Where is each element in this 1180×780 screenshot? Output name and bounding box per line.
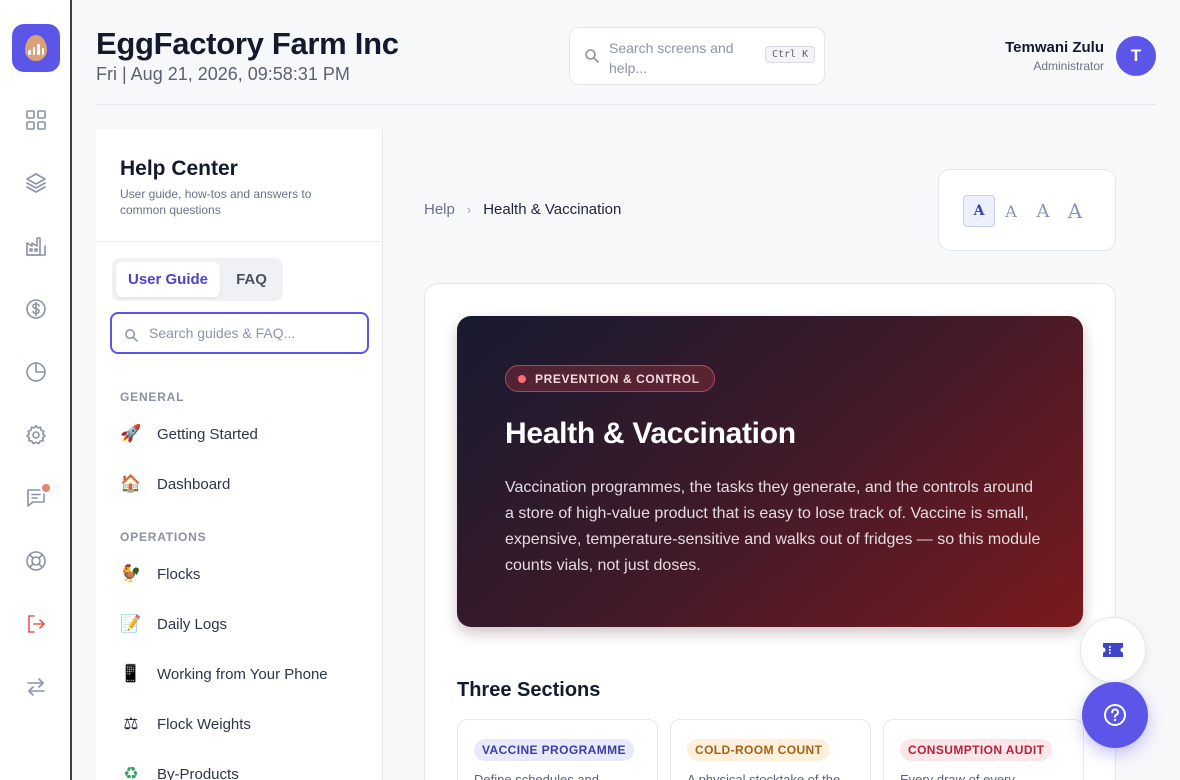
sidebar-item-getting-started[interactable]: 🚀 Getting Started: [120, 419, 258, 449]
section-description: Every draw of every: [900, 772, 1015, 780]
section-card-consumption-audit[interactable]: CONSUMPTION AUDIT Every draw of every: [883, 719, 1084, 780]
pie-chart-icon[interactable]: [18, 354, 54, 390]
header-divider: [96, 104, 1156, 105]
font-size-xlarge[interactable]: A: [1061, 195, 1089, 227]
sidebar-item-flocks[interactable]: 🐓 Flocks: [120, 559, 200, 589]
sidebar-item-label: Working from Your Phone: [157, 665, 328, 683]
category-badge: PREVENTION & CONTROL: [505, 365, 715, 392]
sidebar-item-dashboard[interactable]: 🏠 Dashboard: [120, 469, 230, 499]
phone-icon: 📱: [120, 664, 142, 683]
sections-heading: Three Sections: [457, 679, 601, 701]
sidebar-item-label: By-Products: [157, 765, 239, 780]
global-search[interactable]: Search screens and help... Ctrl K: [569, 27, 825, 85]
company-title: EggFactory Farm Inc: [96, 26, 399, 61]
chat-icon[interactable]: [18, 480, 54, 516]
notification-dot: [40, 482, 52, 494]
sidebar-item-flock-weights[interactable]: ⚖ Flock Weights: [120, 709, 251, 739]
question-icon: [1104, 704, 1126, 726]
sidebar-item-by-products[interactable]: ♻ By-Products: [120, 759, 239, 780]
help-sidebar: Help Center User guide, how-tos and answ…: [96, 129, 383, 780]
user-name: Temwani Zulu: [1005, 39, 1104, 56]
help-divider: [96, 241, 382, 242]
swap-icon[interactable]: [18, 669, 54, 705]
sidebar-item-label: Flocks: [157, 565, 201, 583]
logout-icon[interactable]: [18, 606, 54, 642]
lifebuoy-icon[interactable]: [18, 543, 54, 579]
font-size-medium[interactable]: A: [997, 195, 1025, 227]
recycle-icon: ♻: [123, 764, 139, 780]
tab-user-guide[interactable]: User Guide: [116, 262, 220, 297]
dollar-icon[interactable]: [18, 291, 54, 327]
font-size-large[interactable]: A: [1029, 195, 1057, 227]
factory-icon[interactable]: [18, 228, 54, 264]
font-size-selector: A A A A: [938, 169, 1116, 251]
article-title: Health & Vaccination: [505, 417, 796, 450]
egg-chart-icon: [25, 35, 47, 61]
search-placeholder: Search screens and help...: [609, 40, 734, 76]
search-icon: [125, 329, 138, 342]
icon-rail: [0, 0, 72, 780]
tab-faq[interactable]: FAQ: [224, 262, 279, 297]
help-center-title: Help Center: [120, 157, 238, 180]
rocket-icon: 🚀: [120, 424, 142, 443]
help-center-subtitle: User guide, how-tos and answers to commo…: [120, 187, 312, 217]
section-pill: VACCINE PROGRAMME: [474, 739, 634, 761]
gear-icon[interactable]: [18, 417, 54, 453]
memo-icon: 📝: [120, 614, 142, 633]
sidebar-item-daily-logs[interactable]: 📝 Daily Logs: [120, 609, 227, 639]
layers-icon[interactable]: [18, 165, 54, 201]
article-hero: PREVENTION & CONTROL Health & Vaccinatio…: [457, 316, 1083, 627]
app-logo[interactable]: [12, 24, 60, 72]
section-card-vaccine-programme[interactable]: VACCINE PROGRAMME Define schedules and: [457, 719, 658, 780]
article-intro: Vaccination programmes, the tasks they g…: [505, 479, 1041, 574]
section-pill: CONSUMPTION AUDIT: [900, 739, 1053, 761]
breadcrumb: Help › Health & Vaccination: [424, 201, 621, 218]
scale-icon: ⚖: [123, 714, 139, 733]
sidebar-item-label: Daily Logs: [157, 615, 228, 633]
sidebar-item-label: Getting Started: [157, 425, 258, 443]
support-ticket-button[interactable]: [1080, 617, 1146, 683]
help-tabs: User Guide FAQ: [112, 258, 283, 301]
section-card-cold-room-count[interactable]: COLD-ROOM COUNT A physical stocktake of …: [670, 719, 871, 780]
badge-dot-icon: [518, 374, 526, 383]
section-description: Define schedules and: [474, 772, 600, 780]
guide-search-input[interactable]: Search guides & FAQ...: [110, 312, 369, 354]
badge-label: PREVENTION & CONTROL: [535, 371, 700, 386]
section-description: A physical stocktake of the: [687, 772, 841, 780]
section-pill: COLD-ROOM COUNT: [687, 739, 831, 761]
avatar[interactable]: T: [1116, 36, 1156, 76]
section-general: GENERAL: [120, 390, 185, 404]
rooster-icon: 🐓: [120, 564, 142, 583]
search-icon: [585, 49, 599, 63]
dashboard-icon[interactable]: [18, 102, 54, 138]
section-operations: OPERATIONS: [120, 530, 207, 544]
user-role: Administrator: [1033, 59, 1104, 73]
sidebar-item-label: Dashboard: [157, 475, 231, 493]
font-size-small[interactable]: A: [963, 195, 995, 227]
guide-search-placeholder: Search guides & FAQ...: [149, 325, 296, 341]
house-icon: 🏠: [120, 474, 142, 493]
top-header: EggFactory Farm Inc Fri | Aug 21, 2026, …: [72, 0, 1180, 105]
sidebar-item-phone[interactable]: 📱 Working from Your Phone: [120, 659, 328, 689]
article-card: PREVENTION & CONTROL Health & Vaccinatio…: [424, 283, 1116, 780]
search-shortcut: Ctrl K: [765, 46, 816, 63]
ticket-icon: [1103, 643, 1123, 657]
help-button[interactable]: [1082, 682, 1148, 748]
breadcrumb-current: Health & Vaccination: [483, 201, 622, 218]
current-datetime: Fri | Aug 21, 2026, 09:58:31 PM: [96, 64, 350, 84]
breadcrumb-help[interactable]: Help: [424, 201, 455, 218]
chevron-right-icon: ›: [466, 202, 472, 217]
sidebar-item-label: Flock Weights: [157, 715, 251, 733]
